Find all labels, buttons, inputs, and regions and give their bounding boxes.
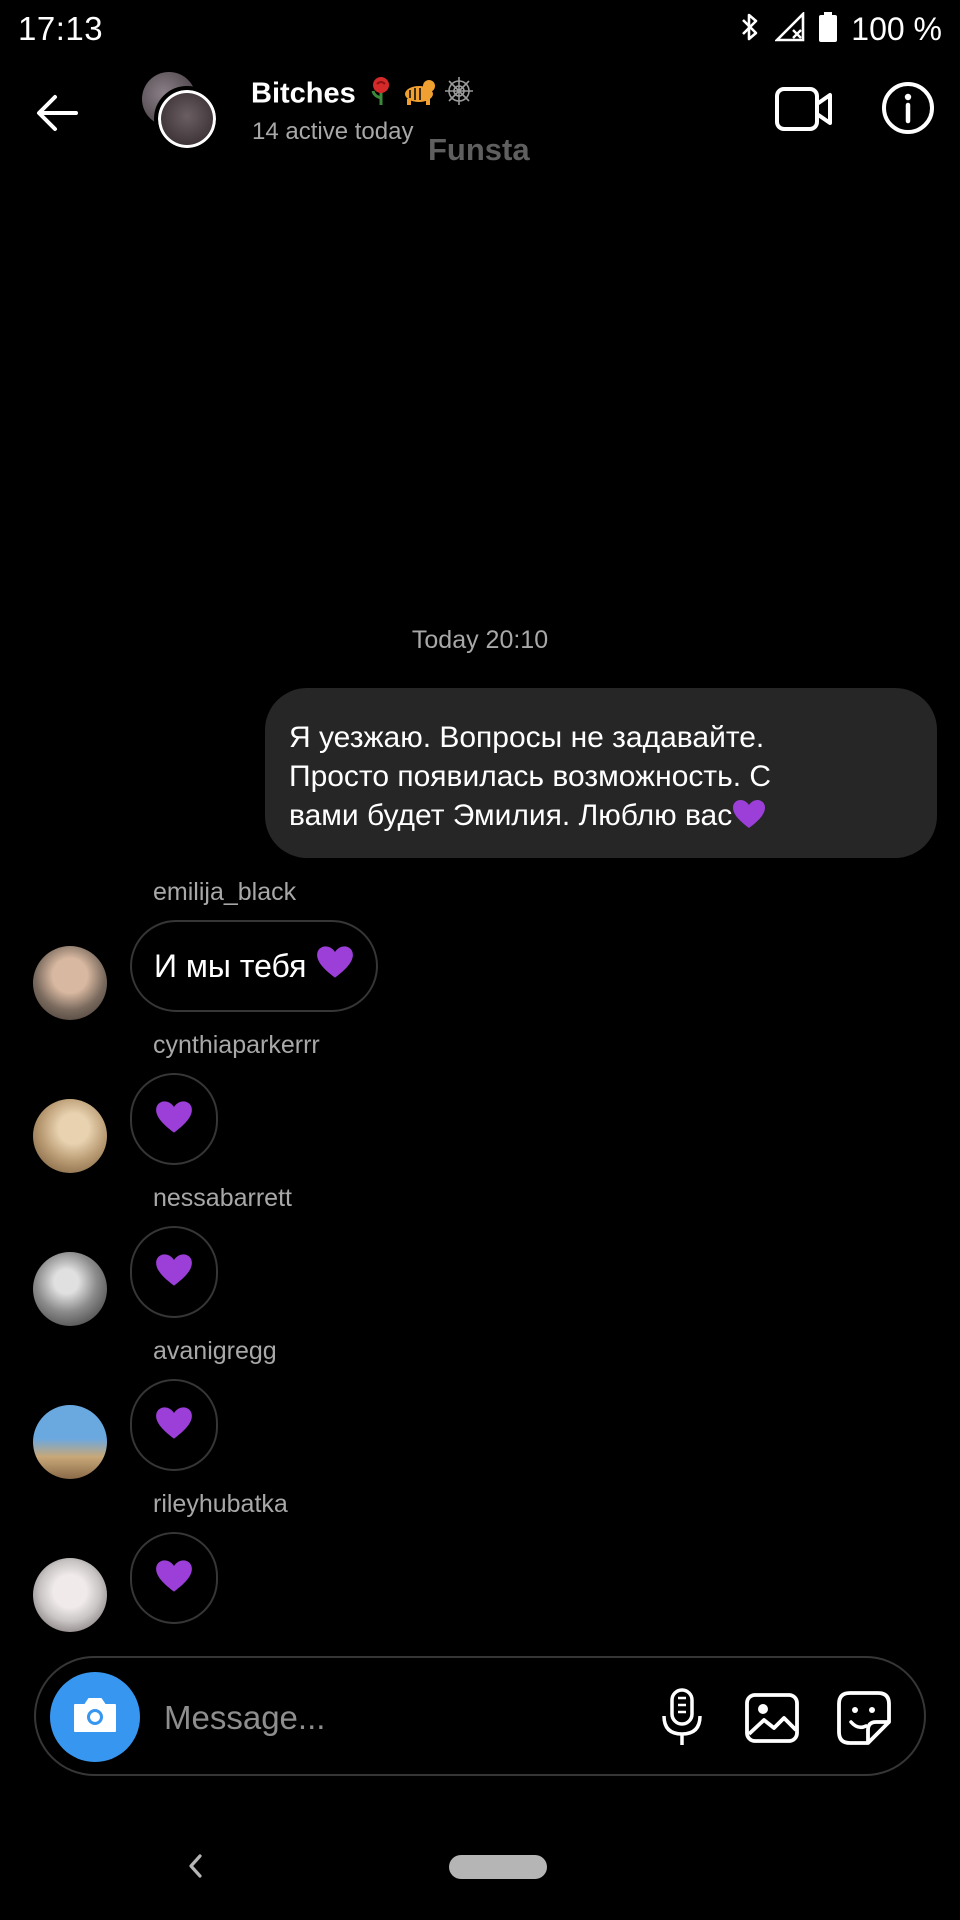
- incoming-heart-bubble[interactable]: [130, 1532, 218, 1624]
- avatar[interactable]: [33, 1099, 107, 1173]
- incoming-message-bubble[interactable]: И мы тебя: [130, 920, 379, 1012]
- message-timestamp: Today 20:10: [411, 626, 549, 654]
- incoming-heart-bubble[interactable]: [130, 1226, 218, 1318]
- active-status: 14 active today: [252, 118, 414, 145]
- battery-percent: 100 %: [851, 10, 942, 47]
- outgoing-message-line-text: вами будет Эмилия. Люблю вас: [289, 799, 733, 832]
- spider-web-emoji-icon: [444, 76, 474, 114]
- outgoing-message-bubble[interactable]: Я уезжаю. Вопросы не задавайте. Просто п…: [265, 688, 937, 858]
- sticker-button[interactable]: [836, 1690, 892, 1746]
- status-time: 17:13: [18, 10, 104, 47]
- purple-heart-icon: [155, 1406, 193, 1445]
- bluetooth-icon: [739, 12, 761, 47]
- outgoing-message-line: Я уезжаю. Вопросы не задавайте.: [289, 721, 765, 754]
- incoming-message-text: И мы тебя: [154, 947, 307, 984]
- sender-name: nessabarrett: [153, 1184, 292, 1212]
- chat-screen: 17:13 100 % Bitches 14 active today Funs…: [0, 0, 960, 1920]
- camera-button[interactable]: [50, 1672, 140, 1762]
- microphone-icon: [656, 1688, 708, 1752]
- group-avatar[interactable]: [140, 72, 220, 152]
- outgoing-message-line: Просто появилась возможность. С: [289, 760, 772, 793]
- sticker-icon: [836, 1691, 892, 1750]
- sender-name: avanigregg: [153, 1337, 277, 1365]
- chat-header: Bitches 14 active today Funsta: [0, 70, 960, 170]
- video-call-button[interactable]: [774, 82, 834, 136]
- battery-icon: [819, 11, 838, 47]
- purple-heart-icon: [316, 945, 354, 987]
- sender-name: cynthiaparkerrr: [153, 1031, 320, 1059]
- status-icons: 100 %: [739, 10, 942, 48]
- avatar[interactable]: [33, 1405, 107, 1479]
- message-composer: [34, 1656, 926, 1776]
- rose-emoji-icon: [368, 76, 394, 114]
- video-call-icon: [774, 87, 834, 140]
- home-pill-button[interactable]: [449, 1855, 547, 1879]
- outgoing-message-line: вами будет Эмилия. Люблю вас: [289, 796, 913, 839]
- camera-icon: [71, 1695, 119, 1740]
- status-bar: 17:13 100 %: [0, 0, 960, 58]
- sender-name: emilija_black: [153, 878, 297, 906]
- sender-name: rileyhubatka: [153, 1490, 288, 1518]
- purple-heart-icon: [732, 799, 766, 839]
- info-button[interactable]: [880, 80, 936, 136]
- signal-icon: [774, 10, 805, 47]
- funsta-label: Funsta: [428, 132, 530, 167]
- avatar[interactable]: [33, 1558, 107, 1632]
- back-arrow-icon: [36, 94, 78, 137]
- group-avatar-front: [154, 86, 220, 152]
- chat-title-text: Bitches: [251, 77, 356, 110]
- purple-heart-icon: [155, 1253, 193, 1292]
- avatar[interactable]: [33, 946, 107, 1020]
- chevron-left-icon: [182, 1854, 208, 1888]
- info-icon: [880, 82, 936, 140]
- purple-heart-icon: [155, 1100, 193, 1139]
- purple-heart-icon: [155, 1559, 193, 1598]
- incoming-heart-bubble[interactable]: [130, 1073, 218, 1165]
- tiger-emoji-icon: [402, 76, 436, 114]
- gallery-button[interactable]: [744, 1692, 800, 1744]
- message-input[interactable]: [164, 1694, 544, 1742]
- back-button[interactable]: [30, 88, 84, 142]
- avatar[interactable]: [33, 1252, 107, 1326]
- chat-title[interactable]: Bitches: [251, 76, 474, 114]
- gallery-icon: [744, 1693, 800, 1748]
- microphone-button[interactable]: [656, 1688, 708, 1748]
- system-back-button[interactable]: [182, 1848, 208, 1884]
- incoming-heart-bubble[interactable]: [130, 1379, 218, 1471]
